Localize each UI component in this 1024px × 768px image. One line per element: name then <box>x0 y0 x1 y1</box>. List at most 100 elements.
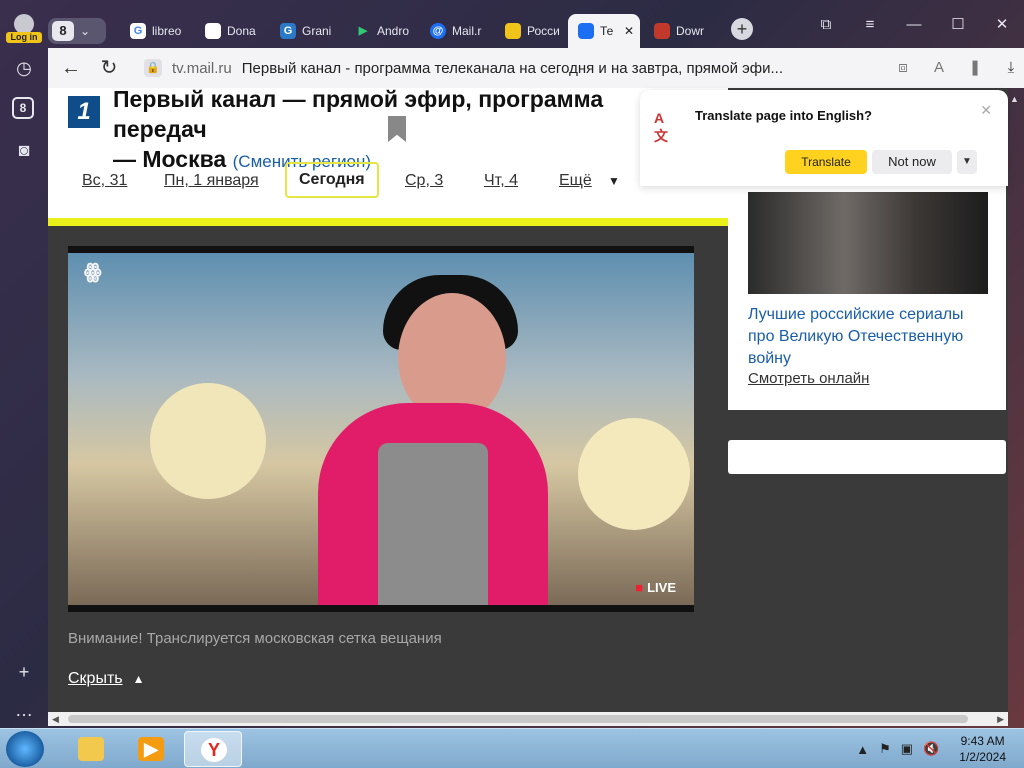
browser-sidebar: Log in ◷ 8 ◙ + … <box>0 0 48 728</box>
video-lamp <box>578 418 690 530</box>
tab-mail[interactable]: @ Mail.r <box>420 14 492 48</box>
tab-label: libreo <box>152 24 182 38</box>
promo-image[interactable] <box>748 192 988 294</box>
tab-active-tv[interactable]: Те ✕ <box>568 14 640 48</box>
tab-label: Grani <box>302 24 332 38</box>
translate-popup: A文 Translate page into English? ✕ Transl… <box>640 90 1008 186</box>
broadcast-notice: Внимание! Транслируется московская сетка… <box>68 630 442 647</box>
promo-card[interactable]: Лучшие российские сериалы про Великую От… <box>728 186 1006 410</box>
lock-icon[interactable]: 🔒 <box>144 59 162 77</box>
tab-libreoffice[interactable]: G libreo <box>120 14 192 48</box>
scroll-up-arrow-icon[interactable]: ▲ <box>1010 94 1019 104</box>
media-player-icon: ▶ <box>138 737 164 761</box>
more-icon[interactable]: … <box>12 698 36 722</box>
close-icon[interactable]: ✕ <box>980 102 992 119</box>
download-site-icon <box>654 23 670 39</box>
promo-title[interactable]: Лучшие российские сериалы про Великую От… <box>748 304 993 370</box>
bookmarks-panel-icon[interactable]: ⧉ <box>804 10 848 40</box>
day-today[interactable]: Сегодня <box>285 162 379 198</box>
bookmark-icon[interactable]: ❚ <box>962 56 988 80</box>
new-tab-button[interactable]: + <box>731 18 753 40</box>
horizontal-scroll-thumb[interactable] <box>68 715 968 723</box>
tab-count-button[interactable]: 8 ⌄ <box>48 18 106 44</box>
browser-toolbar: ← ↻ 🔒 tv.mail.ru Первый канал - программ… <box>48 48 1024 88</box>
tab-label: Dowr <box>676 24 705 38</box>
caret-down-icon[interactable]: ▼ <box>608 174 620 188</box>
tab-grani[interactable]: G Grani <box>270 14 342 48</box>
translate-icon: A文 <box>654 110 668 144</box>
sidebar-tabs-badge[interactable]: 8 <box>12 97 34 119</box>
downloads-icon[interactable]: ⤓ <box>998 56 1024 80</box>
address-bar[interactable]: 🔒 tv.mail.ru Первый канал - программа те… <box>144 54 864 82</box>
tab-count: 8 <box>52 21 74 41</box>
address-domain: tv.mail.ru <box>172 59 232 77</box>
hide-player-link[interactable]: Скрыть ▲ <box>68 670 145 688</box>
volume-muted-icon[interactable]: 🔇 <box>923 741 939 757</box>
video-person-apron <box>378 443 488 605</box>
blank-card <box>728 440 1006 474</box>
tab-android[interactable]: ▶ Andro <box>345 14 417 48</box>
menu-icon[interactable]: ≡ <box>848 10 892 40</box>
day-more[interactable]: Ещё <box>559 172 592 190</box>
not-now-button[interactable]: Not now <box>872 150 952 174</box>
day-thu-4[interactable]: Чт, 4 <box>484 172 518 190</box>
video-player[interactable]: ꙮ ■ LIVE <box>68 246 694 612</box>
taskbar-yandex-browser[interactable]: Y <box>184 731 242 767</box>
translate-icon[interactable]: A <box>926 56 952 80</box>
live-badge: ■ LIVE <box>635 580 676 595</box>
day-selector: Вс, 31 Пн, 1 января Сегодня Ср, 3 Чт, 4 … <box>48 162 728 204</box>
folder-icon <box>78 737 104 761</box>
day-sun-31[interactable]: Вс, 31 <box>82 172 127 190</box>
screenshot-icon[interactable]: ◙ <box>12 138 36 162</box>
clock-date: 1/2/2024 <box>959 750 1006 764</box>
reader-mode-icon[interactable]: ⧈ <box>890 56 916 80</box>
main-content: ꙮ ■ LIVE Внимание! Транслируется московск… <box>48 226 728 712</box>
tab-label: Те <box>600 24 614 38</box>
tab-russia[interactable]: Росси <box>495 14 567 48</box>
horizontal-scrollbar[interactable]: ◀ ▶ <box>48 712 1008 726</box>
scroll-left-icon[interactable]: ◀ <box>52 712 59 726</box>
tab-label: Mail.r <box>452 24 482 38</box>
grani-icon: G <box>280 23 296 39</box>
window-controls: ⧉ ≡ — ☐ ✕ <box>804 10 1024 40</box>
tray-expand-icon[interactable]: ▲ <box>856 742 869 757</box>
scroll-right-icon[interactable]: ▶ <box>997 712 1004 726</box>
translate-question: Translate page into English? <box>695 108 872 123</box>
translate-button[interactable]: Translate <box>785 150 867 174</box>
day-wed-3[interactable]: Ср, 3 <box>405 172 443 190</box>
promo-watch-link[interactable]: Смотреть онлайн <box>748 370 869 387</box>
ok-icon: ꙮ <box>84 261 102 283</box>
minimize-icon[interactable]: — <box>892 10 936 40</box>
mail-at-icon: @ <box>430 23 446 39</box>
history-icon[interactable]: ◷ <box>12 56 36 80</box>
tab-donate[interactable]: Dona <box>195 14 267 48</box>
clock[interactable]: 9:43 AM 1/2/2024 <box>959 733 1006 765</box>
start-button[interactable] <box>6 731 44 767</box>
login-button[interactable]: Log in <box>6 14 42 43</box>
action-center-icon[interactable]: ⚑ <box>879 741 891 757</box>
add-panel-icon[interactable]: + <box>12 660 36 684</box>
taskbar-explorer[interactable] <box>62 731 120 767</box>
play-store-icon: ▶ <box>358 25 368 37</box>
network-icon[interactable]: ▣ <box>901 741 913 757</box>
taskbar-media-player[interactable]: ▶ <box>122 731 180 767</box>
system-tray: ▲ ⚑ ▣ 🔇 9:43 AM 1/2/2024 <box>856 729 1024 768</box>
translate-options-chevron-icon[interactable]: ▼ <box>957 150 977 174</box>
channel-one-logo: 1 <box>68 96 100 128</box>
page-title-text: Первый канал — прямой эфир, программа пе… <box>113 88 604 142</box>
clock-time: 9:43 AM <box>960 734 1005 748</box>
live-label: LIVE <box>647 580 676 595</box>
day-mon-1[interactable]: Пн, 1 января <box>164 172 259 190</box>
tv-icon <box>578 23 594 39</box>
tab-label: Росси <box>527 24 560 38</box>
login-label: Log in <box>6 32 42 43</box>
close-window-icon[interactable]: ✕ <box>980 10 1024 40</box>
hide-label: Скрыть <box>68 670 123 687</box>
tab-download[interactable]: Dowr <box>644 14 716 48</box>
live-stream-video[interactable]: ꙮ ■ LIVE <box>68 253 694 605</box>
user-avatar-icon <box>14 14 34 34</box>
maximize-icon[interactable]: ☐ <box>936 10 980 40</box>
reload-icon[interactable]: ↻ <box>94 53 124 83</box>
close-tab-icon[interactable]: ✕ <box>624 24 634 38</box>
back-icon[interactable]: ← <box>56 53 86 83</box>
